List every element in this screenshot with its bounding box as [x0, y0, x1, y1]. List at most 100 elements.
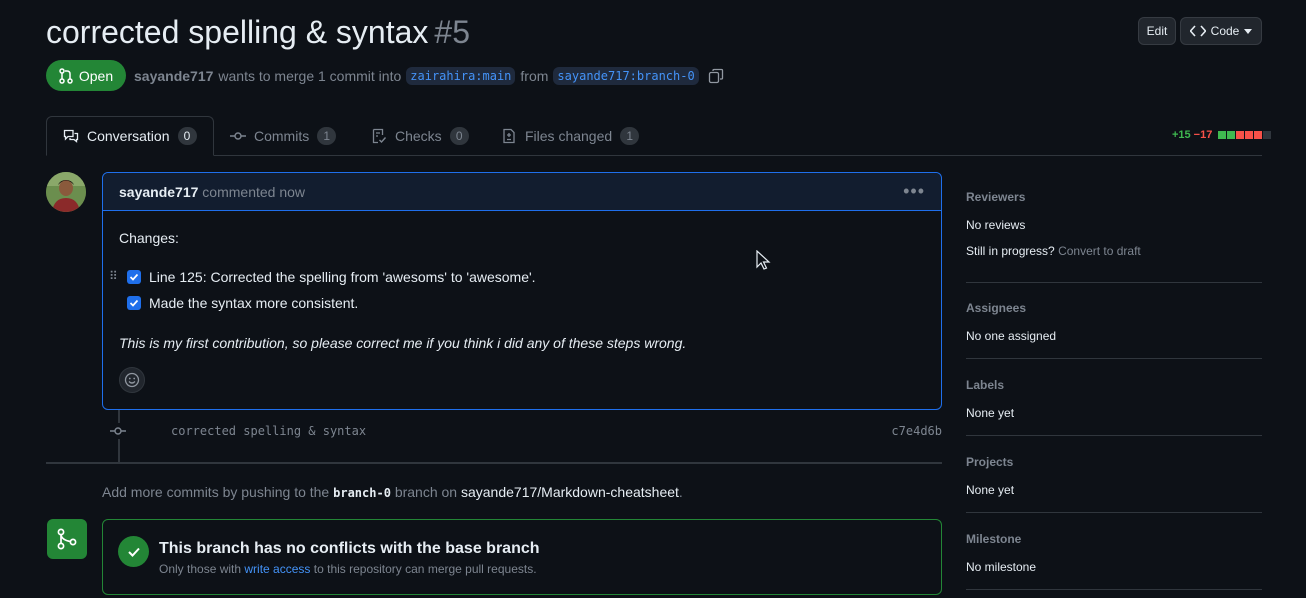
merge-status-title: This branch has no conflicts with the ba… [159, 540, 540, 557]
merge-text-2: from [520, 68, 549, 84]
diffstat-block [1254, 131, 1263, 139]
sidebar-milestone: Milestone No milestone [966, 532, 1262, 574]
hint-repo-link[interactable]: sayande717/Markdown-cheatsheet [461, 484, 679, 500]
task-checkbox[interactable] [127, 270, 141, 284]
tab-files-changed[interactable]: Files changed 1 [501, 116, 640, 156]
pull-request-icon [59, 67, 73, 84]
code-button-label: Code [1210, 24, 1240, 38]
check-icon [129, 299, 139, 307]
check-circle-icon [118, 536, 149, 567]
tab-conversation-label: Conversation [87, 128, 170, 144]
hint-branch: branch-0 [333, 486, 391, 500]
push-hint: Add more commits by pushing to the branc… [102, 484, 683, 500]
pr-author-link[interactable]: sayande717 [134, 68, 213, 84]
diffstat: +15 −17 [1172, 129, 1272, 141]
sidebar-assignees-heading[interactable]: Assignees [966, 301, 1262, 315]
comment-meta: sayande717 commented now [119, 184, 305, 200]
task-label: Line 125: Corrected the spelling from 'a… [149, 269, 536, 285]
comment-note: This is my first contribution, so please… [119, 335, 687, 351]
diffstat-deletions: −17 [1193, 129, 1213, 141]
merge-sub-prefix: Only those with [159, 562, 242, 576]
tab-checks-label: Checks [395, 128, 442, 144]
diffstat-block [1236, 131, 1245, 139]
commit-message[interactable]: corrected spelling & syntax [171, 424, 366, 438]
check-icon [129, 273, 139, 281]
file-diff-icon [503, 128, 515, 144]
diffstat-blocks [1218, 131, 1272, 139]
comment-author[interactable]: sayande717 [119, 184, 198, 200]
hint-middle: branch on [394, 484, 458, 500]
tab-commits[interactable]: Commits 1 [230, 116, 337, 156]
hint-prefix: Add more commits by pushing to the [102, 484, 330, 500]
sidebar-reviewers-value: No reviews [966, 218, 1026, 232]
task-item: Line 125: Corrected the spelling from 'a… [127, 269, 536, 285]
sidebar-progress: Still in progress? Convert to draft [966, 244, 1262, 258]
sidebar-milestone-heading[interactable]: Milestone [966, 532, 1262, 546]
comment-discussion-icon [63, 129, 79, 143]
tab-checks[interactable]: Checks 0 [371, 116, 469, 156]
avatar-image [46, 172, 86, 212]
comment-time[interactable]: commented now [202, 184, 305, 200]
merge-status-icon-box [47, 519, 87, 559]
sidebar-divider [966, 589, 1262, 590]
code-icon [1189, 25, 1206, 37]
merge-status-subtitle: Only those with write access to this rep… [159, 562, 537, 576]
smiley-icon [124, 372, 140, 388]
pr-title: corrected spelling & syntax #5 [46, 14, 470, 51]
tab-files-changed-count: 1 [620, 127, 640, 145]
task-label: Made the syntax more consistent. [149, 295, 359, 311]
tab-commits-count: 1 [317, 127, 337, 145]
diffstat-block [1227, 131, 1236, 139]
kebab-menu-icon[interactable]: ••• [903, 181, 925, 202]
sidebar-labels-heading[interactable]: Labels [966, 378, 1262, 392]
timeline-commit: corrected spelling & syntax c7e4d6b [110, 422, 942, 440]
sidebar-labels-value: None yet [966, 406, 1015, 420]
git-merge-icon [57, 528, 77, 550]
sidebar-divider [966, 512, 1262, 513]
tab-checks-count: 0 [449, 127, 469, 145]
avatar[interactable] [46, 172, 86, 212]
task-checkbox[interactable] [127, 296, 141, 310]
sidebar-reviewers-heading[interactable]: Reviewers [966, 190, 1262, 204]
convert-to-draft-link[interactable]: Convert to draft [1058, 244, 1141, 258]
caret-down-icon [1244, 28, 1253, 34]
drag-handle-icon[interactable]: ⠿ [109, 269, 118, 283]
pr-meta: sayande717 wants to merge 1 commit into … [134, 67, 724, 85]
copy-icon[interactable] [708, 68, 724, 84]
head-branch[interactable]: sayande717:branch-0 [553, 67, 699, 85]
sidebar-assignees: Assignees No one assigned [966, 301, 1262, 343]
diffstat-block [1245, 131, 1254, 139]
sidebar-labels: Labels None yet [966, 378, 1262, 420]
git-commit-icon [230, 132, 246, 140]
tab-conversation[interactable]: Conversation 0 [46, 116, 214, 156]
commit-sha[interactable]: c7e4d6b [891, 424, 942, 438]
pr-number: #5 [434, 14, 470, 50]
tab-files-changed-label: Files changed [525, 128, 613, 144]
hint-suffix: . [678, 484, 683, 500]
mouse-cursor-icon [756, 250, 771, 270]
sidebar-projects: Projects None yet [966, 455, 1262, 497]
comment-heading: Changes: [119, 230, 179, 246]
comment-box: sayande717 commented now ••• Changes: ⠿ … [102, 172, 942, 410]
base-branch[interactable]: zairahira:main [406, 67, 516, 85]
pr-state-label: Open [78, 67, 114, 84]
tab-conversation-count: 0 [177, 127, 197, 145]
git-commit-icon [110, 423, 126, 439]
task-item: Made the syntax more consistent. [127, 295, 358, 311]
sidebar-assignees-value: No one assigned [966, 329, 1057, 343]
sidebar-progress-text: Still in progress? [966, 244, 1055, 258]
timeline-divider [46, 462, 942, 464]
merge-text-1: wants to merge 1 commit into [218, 68, 402, 84]
write-access-link[interactable]: write access [244, 562, 310, 576]
sidebar-projects-value: None yet [966, 483, 1015, 497]
add-reaction-button[interactable] [119, 367, 145, 393]
code-button[interactable]: Code [1180, 17, 1262, 45]
sidebar-divider [966, 358, 1262, 359]
edit-button[interactable]: Edit [1138, 17, 1176, 45]
sidebar-milestone-value: No milestone [966, 560, 1037, 574]
sidebar-divider [966, 282, 1262, 283]
sidebar-reviewers: Reviewers No reviews Still in progress? … [966, 190, 1262, 258]
sidebar-projects-heading[interactable]: Projects [966, 455, 1262, 469]
tabs-divider [46, 155, 1262, 156]
merge-sub-suffix: to this repository can merge pull reques… [313, 562, 537, 576]
